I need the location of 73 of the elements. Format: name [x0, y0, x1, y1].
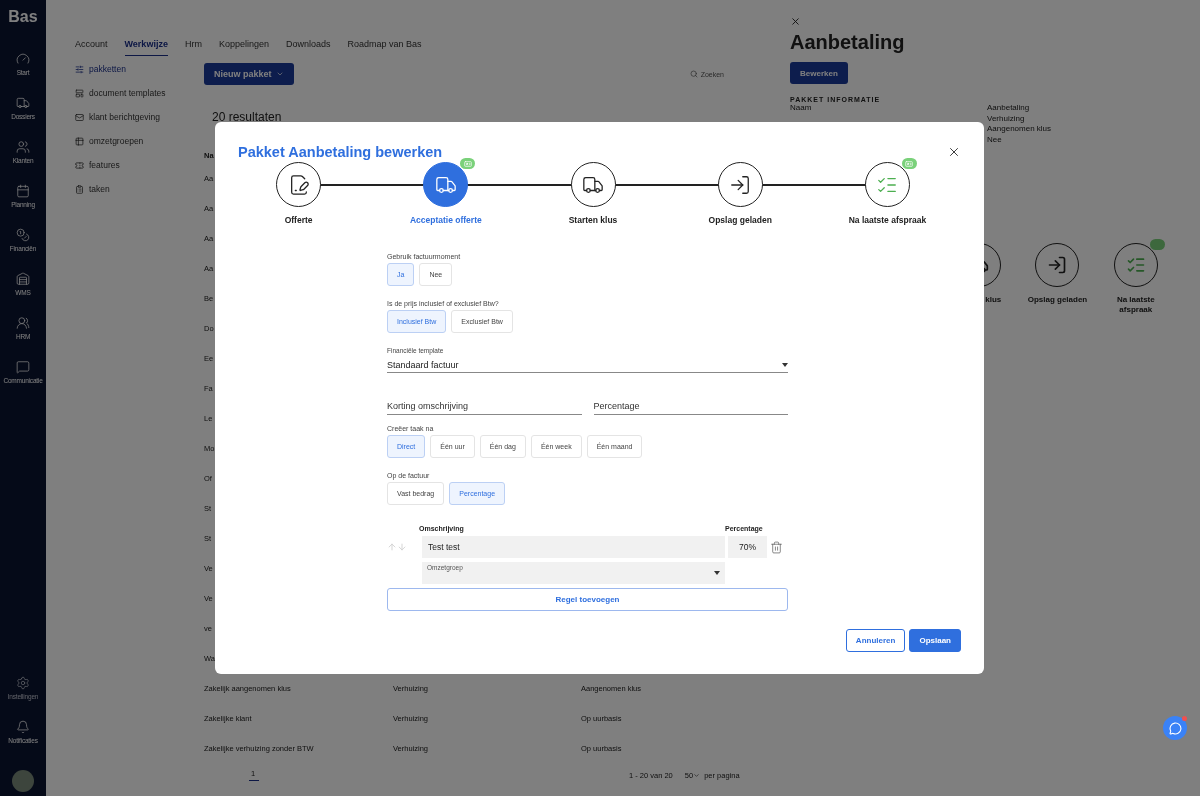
input-field[interactable]: 70%	[728, 536, 767, 558]
users-icon	[16, 140, 30, 154]
ticket-icon	[75, 160, 84, 170]
table-icon	[75, 136, 84, 146]
chat-button[interactable]	[1163, 716, 1187, 740]
caret-icon	[782, 362, 788, 367]
field-value: Aangenomen klus	[987, 124, 1053, 135]
caret-icon	[693, 771, 701, 779]
badge-icon	[901, 158, 917, 169]
badge-icon	[460, 158, 476, 169]
search-icon	[689, 70, 698, 78]
step-label: Offerte	[284, 215, 313, 225]
menu-item[interactable]: pakketten	[89, 64, 126, 74]
calendar-icon	[16, 184, 30, 198]
results-count: 20 resultaten	[212, 110, 283, 126]
step-circle[interactable]	[276, 162, 322, 207]
tab[interactable]: Koppelingen	[218, 36, 269, 56]
notification-dot	[1182, 716, 1187, 721]
step-label: Na laatste afspraak	[1115, 295, 1156, 315]
step-circle[interactable]	[570, 162, 616, 207]
step-label: Opslag geladen	[1027, 295, 1088, 305]
bell-icon	[16, 720, 30, 734]
edit-button[interactable]: Bewerken	[790, 62, 848, 84]
template-select[interactable]: Standaard factuur	[387, 357, 788, 373]
field-value: Aanbetaling	[987, 103, 1031, 114]
input-field[interactable]: Test test	[422, 536, 725, 558]
group-icon	[16, 316, 30, 330]
tab[interactable]: Roadmap van Bas	[347, 36, 422, 56]
tab[interactable]: Account	[75, 36, 108, 56]
coins-icon	[16, 228, 30, 242]
caret-icon	[714, 571, 720, 575]
close-icon[interactable]	[947, 145, 961, 159]
drawer-title: Aanbetaling	[790, 31, 906, 54]
trash-icon[interactable]	[770, 540, 783, 554]
menu-item[interactable]: taken	[89, 184, 110, 194]
tab[interactable]: Downloads	[285, 36, 331, 56]
chat-icon	[1168, 721, 1182, 735]
caret-icon	[275, 70, 284, 78]
badge-icon	[1149, 239, 1165, 250]
warehouse-icon	[16, 272, 30, 286]
step-label: Starten klus	[568, 215, 618, 225]
step-label: Opslag geladen	[708, 215, 772, 225]
step-circle[interactable]	[717, 162, 763, 207]
modal-title: Pakket Aanbetaling bewerken	[238, 144, 443, 160]
field-value: Verhuizing	[987, 113, 1026, 124]
tab[interactable]: Werkwijze	[124, 36, 168, 56]
cancel-button[interactable]: Annuleren	[845, 629, 906, 652]
field-value: Nee	[987, 134, 1003, 145]
login-icon	[1047, 255, 1068, 275]
menu-item[interactable]: document templates	[89, 88, 166, 98]
save-button[interactable]: Opslaan	[909, 629, 961, 652]
step-label: Na laatste afspraak	[848, 215, 927, 225]
chat-icon	[16, 360, 30, 374]
logo: Bas	[8, 8, 38, 26]
login-icon	[729, 173, 752, 196]
step-label: klus	[984, 295, 1002, 305]
menu-item[interactable]: features	[89, 160, 120, 170]
step-label: Acceptatie offerte	[409, 215, 482, 225]
settings-icon	[16, 676, 30, 690]
tab[interactable]: Hrm	[184, 36, 202, 56]
layout-icon	[75, 88, 84, 98]
gauge-icon	[16, 52, 30, 66]
menu-item[interactable]: omzetgroepen	[89, 136, 144, 146]
clipboard-icon	[75, 184, 84, 194]
add-line-button[interactable]: Regel toevoegen	[387, 588, 788, 611]
sliders-icon	[75, 64, 84, 74]
checklist-icon	[1125, 255, 1146, 275]
field-label: Naam	[790, 103, 813, 114]
step-circle[interactable]	[864, 162, 910, 207]
close-icon[interactable]	[790, 16, 801, 27]
new-package-button[interactable]: Nieuw pakket	[204, 63, 294, 85]
menu-item[interactable]: klant berichtgeving	[89, 112, 160, 122]
mail-icon	[75, 112, 84, 122]
